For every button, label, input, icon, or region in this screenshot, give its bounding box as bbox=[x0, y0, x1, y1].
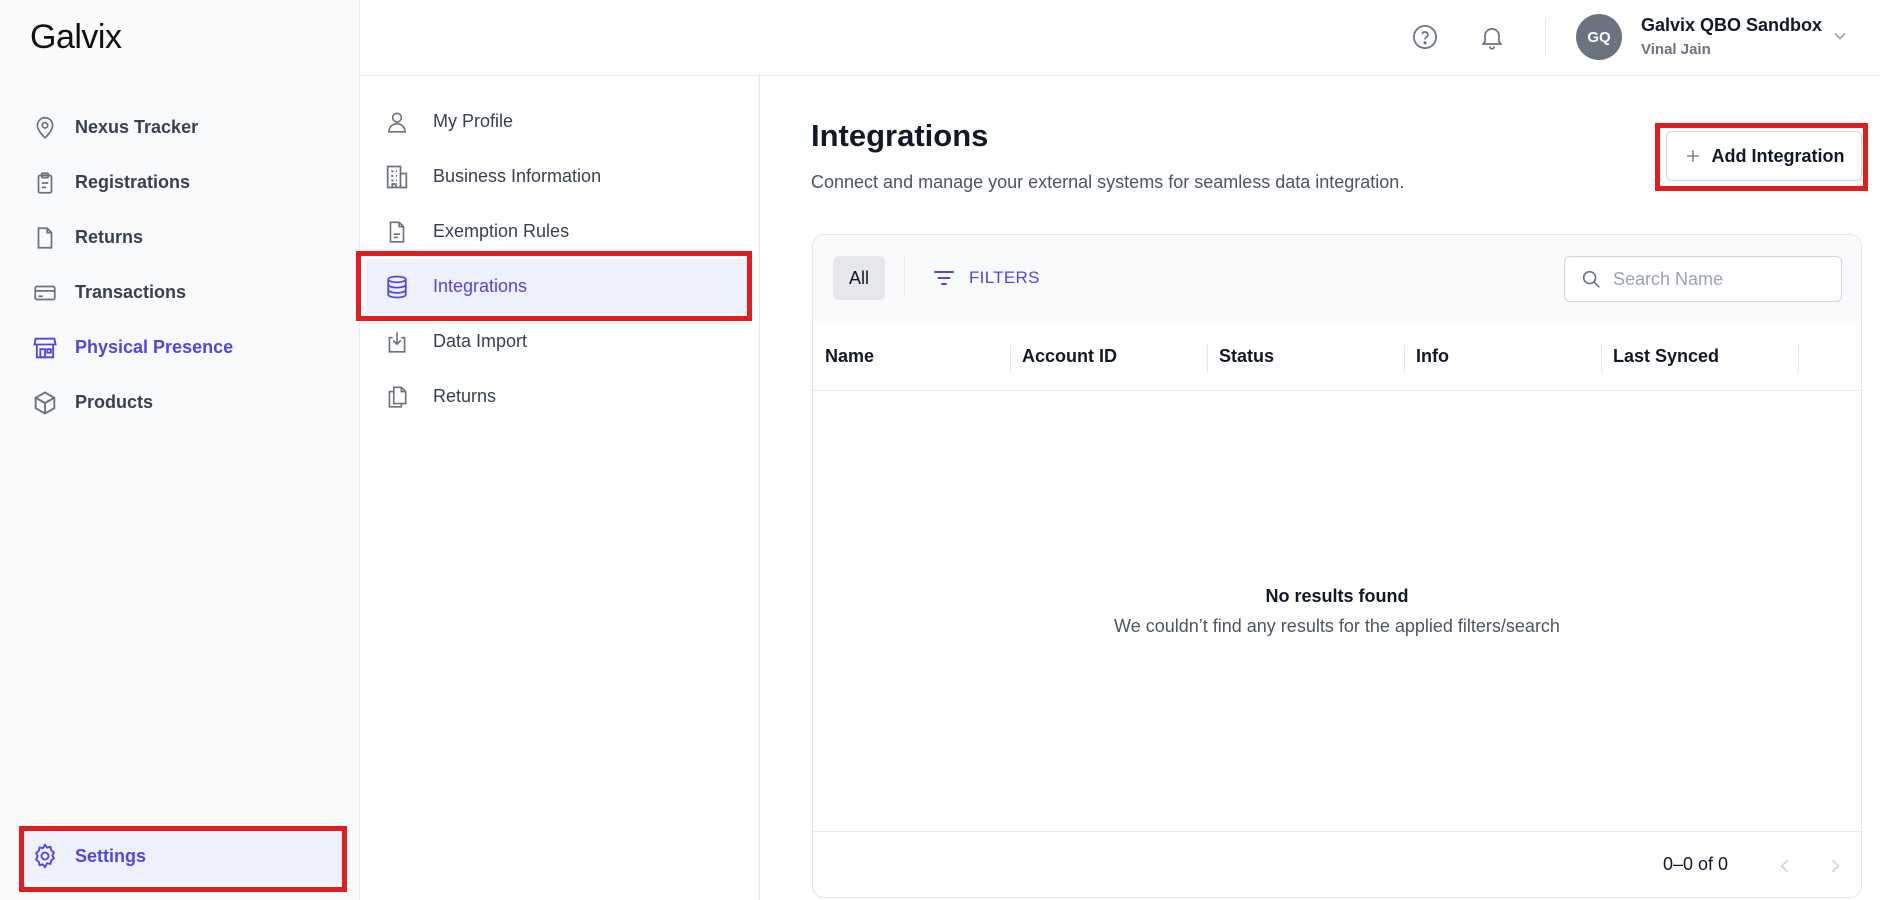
submenu-item-label: Exemption Rules bbox=[433, 221, 570, 241]
sidebar-item-registrations[interactable]: Registrations bbox=[0, 155, 360, 210]
settings-submenu: My Profile Business Information Exemptio… bbox=[360, 76, 760, 900]
sidebar-item-nexus-tracker[interactable]: Nexus Tracker bbox=[0, 100, 360, 155]
help-icon[interactable] bbox=[1408, 20, 1442, 54]
toolbar-divider bbox=[904, 257, 905, 297]
sidebar-nav: Nexus Tracker Registrations Returns Tran… bbox=[0, 100, 360, 430]
submenu-item-business-information[interactable]: Business Information bbox=[360, 149, 760, 204]
sidebar-item-transactions[interactable]: Transactions bbox=[0, 265, 360, 320]
add-integration-button[interactable]: Add Integration bbox=[1666, 131, 1862, 181]
database-icon bbox=[382, 272, 412, 302]
account-name[interactable]: Galvix QBO Sandbox bbox=[1641, 15, 1822, 36]
filters-label: FILTERS bbox=[969, 268, 1040, 287]
sidebar-item-label: Returns bbox=[75, 227, 144, 247]
sidebar-item-physical-presence[interactable]: Physical Presence bbox=[0, 320, 360, 375]
table-toolbar: All FILTERS bbox=[813, 235, 1861, 321]
submenu-item-label: Data Import bbox=[433, 331, 528, 351]
document-icon bbox=[382, 217, 412, 247]
submenu-item-label: Business Information bbox=[433, 166, 602, 186]
download-icon bbox=[382, 327, 412, 357]
search-box[interactable] bbox=[1564, 256, 1842, 302]
submenu-item-label: My Profile bbox=[433, 111, 514, 131]
avatar[interactable]: GQ bbox=[1576, 14, 1622, 60]
sidebar-item-label: Transactions bbox=[75, 282, 187, 302]
sidebar-item-label: Settings bbox=[75, 845, 147, 866]
app-logo[interactable]: Galvix bbox=[30, 18, 122, 57]
chevron-right-icon[interactable] bbox=[1821, 852, 1849, 880]
filters-button[interactable]: FILTERS bbox=[931, 263, 1040, 293]
column-header-info[interactable]: Info bbox=[1404, 321, 1449, 391]
gear-icon bbox=[30, 841, 60, 871]
integrations-table-card: All FILTERS Name Account ID Status bbox=[812, 234, 1862, 898]
user-icon bbox=[382, 107, 412, 137]
sidebar: Galvix Nexus Tracker Registrations Retur… bbox=[0, 0, 360, 900]
sidebar-item-products[interactable]: Products bbox=[0, 375, 360, 430]
user-name: Vinal Jain bbox=[1641, 41, 1711, 58]
bell-icon[interactable] bbox=[1475, 20, 1509, 54]
search-input[interactable] bbox=[1613, 268, 1813, 290]
chevron-left-icon[interactable] bbox=[1771, 852, 1799, 880]
map-pin-icon bbox=[30, 113, 60, 143]
page-subtitle: Connect and manage your external systems… bbox=[811, 172, 1405, 192]
search-icon bbox=[1579, 267, 1603, 291]
sidebar-item-label: Products bbox=[75, 392, 154, 412]
column-header-status[interactable]: Status bbox=[1207, 321, 1274, 391]
submenu-item-exemption-rules[interactable]: Exemption Rules bbox=[360, 204, 760, 259]
sidebar-item-label: Nexus Tracker bbox=[75, 117, 199, 137]
tab-all[interactable]: All bbox=[833, 256, 885, 300]
box-icon bbox=[30, 388, 60, 418]
empty-state-subtitle: We couldn’t find any results for the app… bbox=[1114, 616, 1560, 636]
filter-icon bbox=[931, 265, 957, 291]
top-header: GQ Galvix QBO Sandbox Vinal Jain bbox=[360, 0, 1880, 76]
column-separator bbox=[1798, 345, 1799, 373]
submenu-item-integrations[interactable]: Integrations bbox=[366, 259, 750, 314]
clipboard-icon bbox=[30, 168, 60, 198]
building-icon bbox=[382, 162, 412, 192]
header-divider bbox=[1545, 18, 1546, 56]
add-integration-label: Add Integration bbox=[1711, 145, 1845, 166]
table-header: Name Account ID Status Info Last Synced bbox=[813, 321, 1861, 391]
submenu-item-data-import[interactable]: Data Import bbox=[360, 314, 760, 369]
pagination-range: 0–0 of 0 bbox=[1663, 854, 1729, 874]
submenu-item-label: Returns bbox=[433, 386, 497, 406]
sidebar-item-returns[interactable]: Returns bbox=[0, 210, 360, 265]
page-title: Integrations bbox=[811, 118, 989, 153]
submenu-item-my-profile[interactable]: My Profile bbox=[360, 94, 760, 149]
sidebar-item-label: Registrations bbox=[75, 172, 191, 192]
chevron-down-icon[interactable] bbox=[1830, 26, 1850, 46]
submenu-item-label: Integrations bbox=[433, 276, 528, 296]
store-icon bbox=[30, 333, 60, 363]
copy-icon bbox=[382, 382, 412, 412]
column-header-name[interactable]: Name bbox=[813, 321, 874, 391]
sidebar-item-label: Physical Presence bbox=[75, 337, 234, 357]
main-content: Integrations Connect and manage your ext… bbox=[760, 76, 1880, 900]
empty-state-title: No results found bbox=[1265, 586, 1409, 606]
column-header-account-id[interactable]: Account ID bbox=[1010, 321, 1117, 391]
column-header-last-synced[interactable]: Last Synced bbox=[1601, 321, 1719, 391]
file-icon bbox=[30, 223, 60, 253]
plus-icon bbox=[1684, 147, 1702, 165]
submenu-item-returns[interactable]: Returns bbox=[360, 369, 760, 424]
credit-card-icon bbox=[30, 278, 60, 308]
sidebar-item-settings[interactable]: Settings bbox=[22, 830, 342, 882]
table-footer: 0–0 of 0 bbox=[813, 831, 1861, 897]
